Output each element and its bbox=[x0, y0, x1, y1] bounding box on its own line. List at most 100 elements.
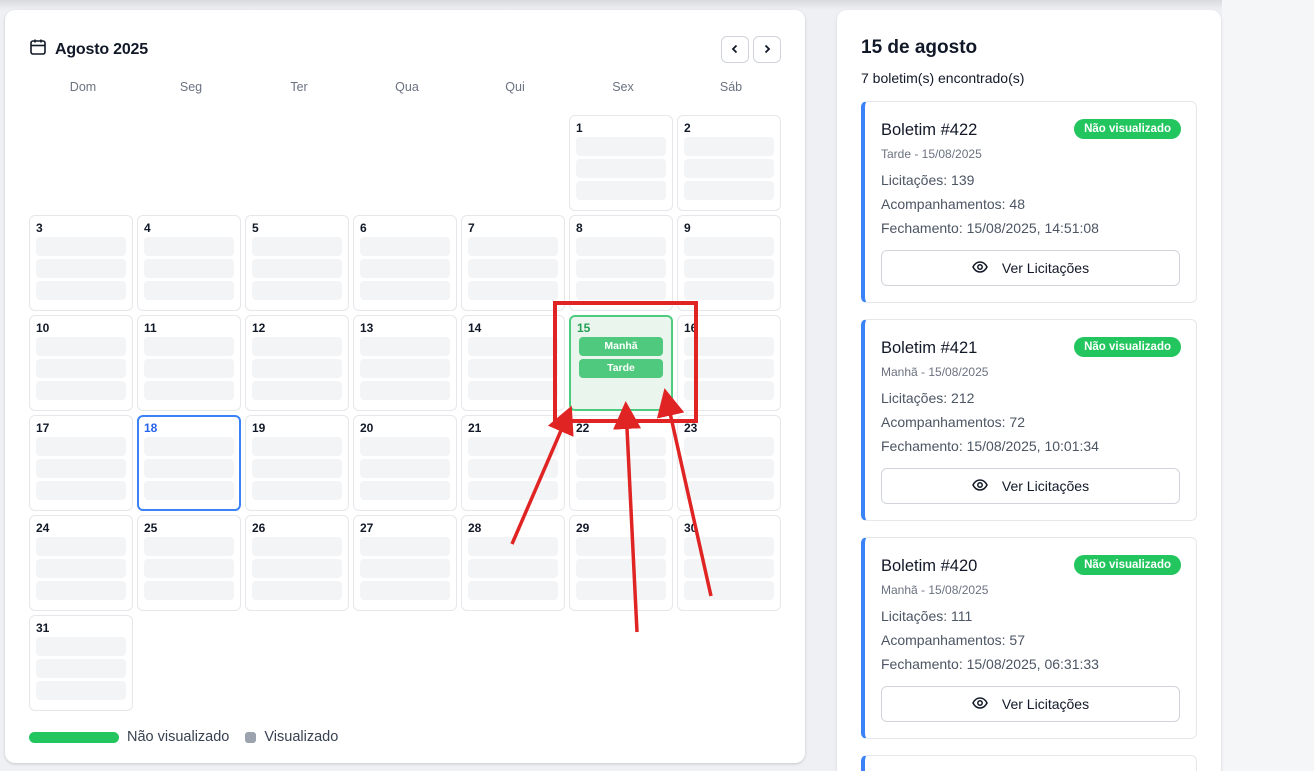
calendar-day-cell[interactable]: 9 bbox=[677, 215, 781, 311]
loading-placeholder bbox=[576, 559, 666, 578]
legend-unseen-label: Não visualizado bbox=[127, 729, 230, 745]
loading-placeholder bbox=[144, 537, 234, 556]
calendar-empty-cell bbox=[137, 115, 241, 211]
loading-placeholder bbox=[468, 259, 558, 278]
loading-placeholder bbox=[252, 381, 342, 400]
ver-licitacoes-button[interactable]: Ver Licitações bbox=[881, 686, 1180, 722]
day-number: 19 bbox=[252, 421, 266, 435]
loading-placeholder bbox=[36, 381, 126, 400]
prev-month-button[interactable] bbox=[721, 36, 749, 63]
loading-placeholder bbox=[468, 359, 558, 378]
calendar-day-cell[interactable]: 27 bbox=[353, 515, 457, 611]
loading-placeholder bbox=[360, 437, 450, 456]
loading-placeholder bbox=[360, 259, 450, 278]
boletim-period-pill[interactable]: Tarde bbox=[579, 359, 663, 378]
calendar-day-cell[interactable]: 23 bbox=[677, 415, 781, 511]
loading-placeholder bbox=[144, 459, 234, 478]
loading-placeholder bbox=[252, 359, 342, 378]
top-shadow bbox=[0, 0, 1314, 10]
next-month-button[interactable] bbox=[753, 36, 781, 63]
loading-placeholder bbox=[468, 581, 558, 600]
day-number: 2 bbox=[684, 121, 691, 135]
loading-placeholder bbox=[144, 559, 234, 578]
loading-placeholder bbox=[252, 237, 342, 256]
calendar-empty-cell bbox=[29, 115, 133, 211]
calendar-day-cell[interactable]: 30 bbox=[677, 515, 781, 611]
panel-result-count: 7 boletim(s) encontrado(s) bbox=[861, 70, 1025, 86]
calendar-day-cell[interactable]: 2 bbox=[677, 115, 781, 211]
loading-placeholder bbox=[468, 481, 558, 500]
calendar-empty-cell bbox=[461, 115, 565, 211]
day-number: 15 bbox=[577, 321, 591, 335]
day-number: 7 bbox=[468, 221, 475, 235]
calendar-day-cell[interactable]: 6 bbox=[353, 215, 457, 311]
loading-placeholder bbox=[36, 659, 126, 678]
ver-licitacoes-button[interactable]: Ver Licitações bbox=[881, 468, 1180, 504]
day-number: 25 bbox=[144, 521, 158, 535]
day-number: 20 bbox=[360, 421, 374, 435]
calendar-day-cell[interactable]: 1 bbox=[569, 115, 673, 211]
loading-placeholder bbox=[252, 281, 342, 300]
loading-placeholder bbox=[252, 437, 342, 456]
loading-placeholder bbox=[252, 481, 342, 500]
loading-placeholder bbox=[684, 159, 774, 178]
boletim-period-date: Manhã - 15/08/2025 bbox=[881, 365, 989, 379]
calendar-day-cell[interactable]: 18 bbox=[137, 415, 241, 511]
calendar-icon bbox=[29, 38, 47, 61]
loading-placeholder bbox=[360, 581, 450, 600]
loading-placeholder bbox=[252, 559, 342, 578]
calendar-day-cell[interactable]: 16 bbox=[677, 315, 781, 411]
loading-placeholder bbox=[252, 337, 342, 356]
day-number: 31 bbox=[36, 621, 50, 635]
calendar-day-cell[interactable]: 7 bbox=[461, 215, 565, 311]
calendar-day-cell[interactable]: 21 bbox=[461, 415, 565, 511]
ver-licitacoes-label: Ver Licitações bbox=[1001, 260, 1090, 276]
day-number: 9 bbox=[684, 221, 691, 235]
calendar-day-cell[interactable]: 3 bbox=[29, 215, 133, 311]
loading-placeholder bbox=[684, 481, 774, 500]
loading-placeholder bbox=[576, 437, 666, 456]
loading-placeholder bbox=[36, 481, 126, 500]
loading-placeholder bbox=[36, 537, 126, 556]
loading-placeholder bbox=[144, 437, 234, 456]
loading-placeholder bbox=[684, 259, 774, 278]
calendar-day-cell[interactable]: 26 bbox=[245, 515, 349, 611]
calendar-day-cell[interactable]: 24 bbox=[29, 515, 133, 611]
calendar-day-cell[interactable]: 28 bbox=[461, 515, 565, 611]
calendar-day-cell[interactable]: 11 bbox=[137, 315, 241, 411]
calendar-day-cell[interactable]: 25 bbox=[137, 515, 241, 611]
calendar-day-cell[interactable]: 14 bbox=[461, 315, 565, 411]
calendar-day-cell[interactable]: 13 bbox=[353, 315, 457, 411]
boletim-card-partial bbox=[861, 755, 1197, 771]
loading-placeholder bbox=[36, 359, 126, 378]
loading-placeholder bbox=[36, 459, 126, 478]
weekday-label: Ter bbox=[290, 80, 308, 94]
eye-icon bbox=[972, 260, 988, 276]
ver-licitacoes-button[interactable]: Ver Licitações bbox=[881, 250, 1180, 286]
calendar-day-cell[interactable]: 22 bbox=[569, 415, 673, 511]
boletim-fechamento: Fechamento: 15/08/2025, 06:31:33 bbox=[881, 656, 1099, 672]
weekday-label: Qua bbox=[395, 80, 419, 94]
calendar-day-cell[interactable]: 12 bbox=[245, 315, 349, 411]
calendar-day-cell[interactable]: 15 Manhã Tarde bbox=[569, 315, 673, 411]
calendar-day-cell[interactable]: 20 bbox=[353, 415, 457, 511]
calendar-day-cell[interactable]: 31 bbox=[29, 615, 133, 711]
loading-placeholder bbox=[468, 237, 558, 256]
loading-placeholder bbox=[36, 637, 126, 656]
calendar-day-cell[interactable]: 17 bbox=[29, 415, 133, 511]
calendar-empty-cell bbox=[353, 115, 457, 211]
weekday-label: Sáb bbox=[719, 80, 743, 94]
boletim-acompanhamentos: Acompanhamentos: 57 bbox=[881, 632, 1025, 648]
boletim-title: Boletim #422 bbox=[881, 121, 978, 139]
day-number: 1 bbox=[576, 121, 583, 135]
calendar-day-cell[interactable]: 5 bbox=[245, 215, 349, 311]
boletim-card: Boletim #421 Não visualizado Manhã - 15/… bbox=[861, 319, 1197, 521]
calendar-day-cell[interactable]: 29 bbox=[569, 515, 673, 611]
calendar-day-cell[interactable]: 19 bbox=[245, 415, 349, 511]
calendar-day-cell[interactable]: 4 bbox=[137, 215, 241, 311]
weekday-label: Seg bbox=[179, 80, 203, 94]
calendar-day-cell[interactable]: 8 bbox=[569, 215, 673, 311]
weekday-label: Qui bbox=[505, 80, 525, 94]
boletim-period-pill[interactable]: Manhã bbox=[579, 337, 663, 356]
calendar-day-cell[interactable]: 10 bbox=[29, 315, 133, 411]
